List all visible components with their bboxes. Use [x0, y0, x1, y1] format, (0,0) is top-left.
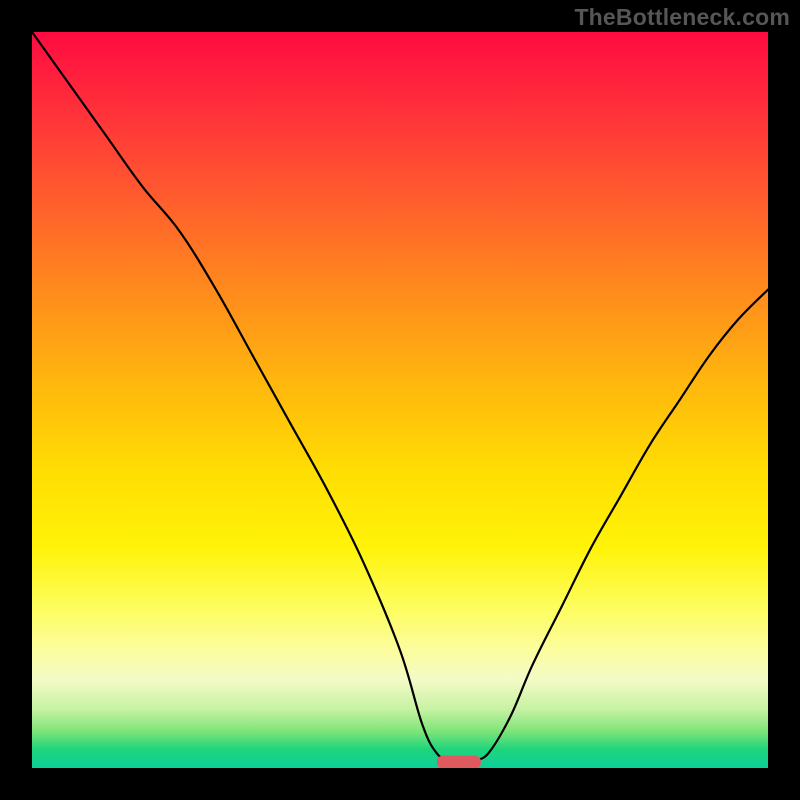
curve-left [32, 32, 474, 761]
minimum-marker-pill [437, 756, 481, 768]
chart-frame: TheBottleneck.com [0, 0, 800, 800]
chart-svg [32, 32, 768, 768]
curve-right [474, 290, 768, 761]
plot-area [32, 32, 768, 768]
attribution-text: TheBottleneck.com [574, 4, 790, 31]
